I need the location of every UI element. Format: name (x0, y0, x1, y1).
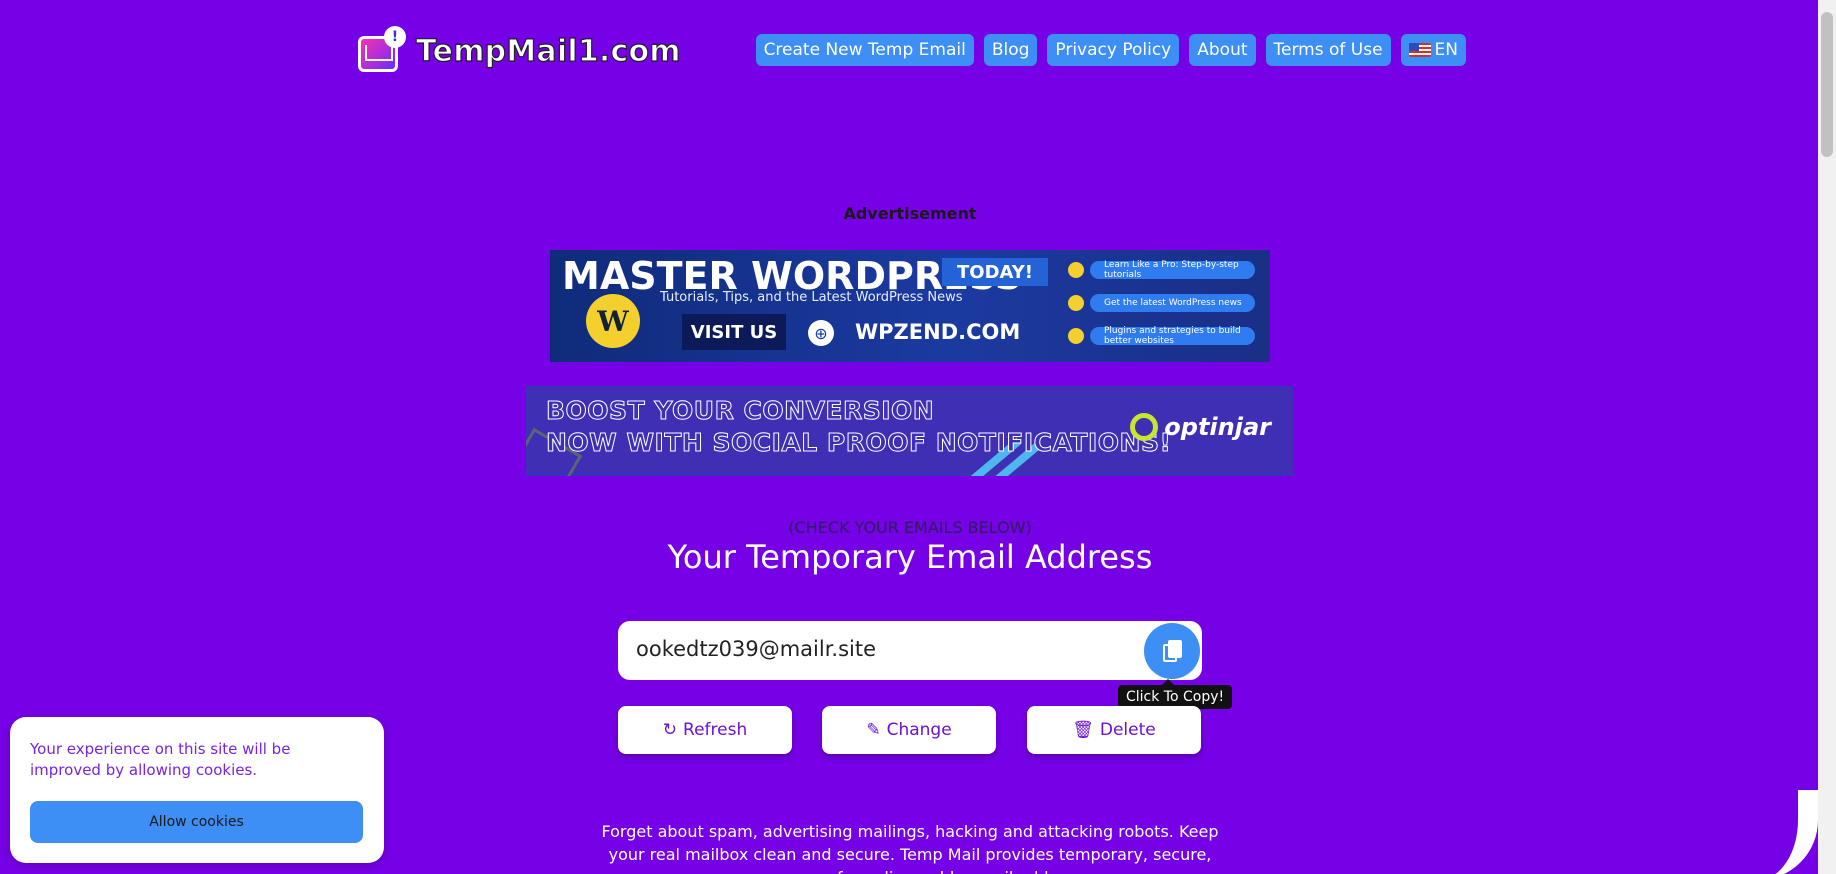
nav-privacy-policy[interactable]: Privacy Policy (1047, 34, 1180, 66)
bullet-icon (1068, 262, 1084, 278)
delete-label: Delete (1099, 720, 1156, 740)
ad-pill: Get the latest WordPress news (1090, 294, 1255, 312)
main-nav: Create New Temp Email Blog Privacy Polic… (755, 34, 1466, 66)
site-header: ! TempMail1.com Create New Temp Email Bl… (356, 26, 1466, 76)
language-label: EN (1434, 40, 1458, 60)
ad-line-1: BOOST YOUR CONVERSION (545, 396, 935, 426)
change-button[interactable]: ✎ Change (822, 706, 996, 754)
nav-terms-of-use[interactable]: Terms of Use (1265, 34, 1391, 66)
page-scrollbar[interactable] (1818, 0, 1836, 874)
mail-alert-icon: ! (356, 26, 406, 74)
delete-button[interactable]: 🗑 Delete (1027, 706, 1201, 754)
language-selector[interactable]: EN (1400, 34, 1466, 66)
copy-button[interactable] (1144, 623, 1200, 679)
copy-icon (1163, 640, 1182, 662)
wordpress-logo-icon: W (586, 294, 640, 348)
logo-text: TempMail1.com (415, 33, 681, 69)
check-emails-label: (CHECK YOUR EMAILS BELOW) (788, 518, 1032, 537)
ad-subline: Tutorials, Tips, and the Latest WordPres… (660, 290, 963, 305)
allow-cookies-button[interactable]: Allow cookies (30, 801, 363, 843)
trash-icon: 🗑 (1072, 720, 1094, 740)
optinjar-logo-icon (1130, 413, 1159, 441)
change-label: Change (886, 720, 952, 740)
ad-pill: Learn Like a Pro: Step-by-step tutorials (1090, 260, 1255, 280)
refresh-label: Refresh (683, 720, 748, 740)
advertisement-label: Advertisement (843, 204, 977, 223)
brand-name: optinjar (1164, 413, 1271, 441)
nav-about[interactable]: About (1189, 34, 1256, 66)
site-logo[interactable]: ! TempMail1.com (356, 26, 681, 76)
bullet-icon (1068, 328, 1084, 344)
globe-icon: ⊕ (808, 320, 834, 346)
refresh-button[interactable]: ↻ Refresh (618, 706, 792, 754)
cookie-banner: Your experience on this site will be imp… (10, 717, 384, 863)
description-text: Forget about spam, advertising mailings,… (601, 822, 1219, 874)
optinjar-ad-banner[interactable]: BOOST YOUR CONVERSION NOW WITH SOCIAL PR… (526, 386, 1293, 476)
email-address[interactable]: ookedtz039@mailr.site (636, 637, 876, 661)
optinjar-brand: optinjar (1130, 413, 1271, 441)
cookie-message: Your experience on this site will be imp… (30, 740, 291, 779)
decorative-curve (1758, 790, 1818, 874)
bullet-icon (1068, 295, 1084, 311)
ad-visit-button: VISIT US (682, 314, 786, 350)
nav-create-new-temp-email[interactable]: Create New Temp Email (755, 34, 974, 66)
nav-blog[interactable]: Blog (983, 34, 1038, 66)
refresh-icon: ↻ (662, 720, 678, 740)
pencil-icon: ✎ (866, 720, 881, 740)
ad-today-badge: TODAY! (942, 258, 1048, 286)
page-title: Your Temporary Email Address (667, 538, 1153, 576)
email-address-field[interactable]: ookedtz039@mailr.site (618, 621, 1202, 680)
ad-site: WPZEND.COM (855, 320, 1021, 344)
wordpress-ad-banner[interactable]: MASTER WORDPRESS TODAY! Tutorials, Tips,… (550, 250, 1270, 362)
ad-line-2: NOW WITH SOCIAL PROOF NOTIFICATIONS! (545, 428, 1172, 458)
us-flag-icon (1408, 43, 1431, 57)
ad-pill: Plugins and strategies to build better w… (1090, 326, 1255, 346)
scrollbar-thumb[interactable] (1821, 12, 1833, 157)
page: ! TempMail1.com Create New Temp Email Bl… (0, 0, 1836, 874)
